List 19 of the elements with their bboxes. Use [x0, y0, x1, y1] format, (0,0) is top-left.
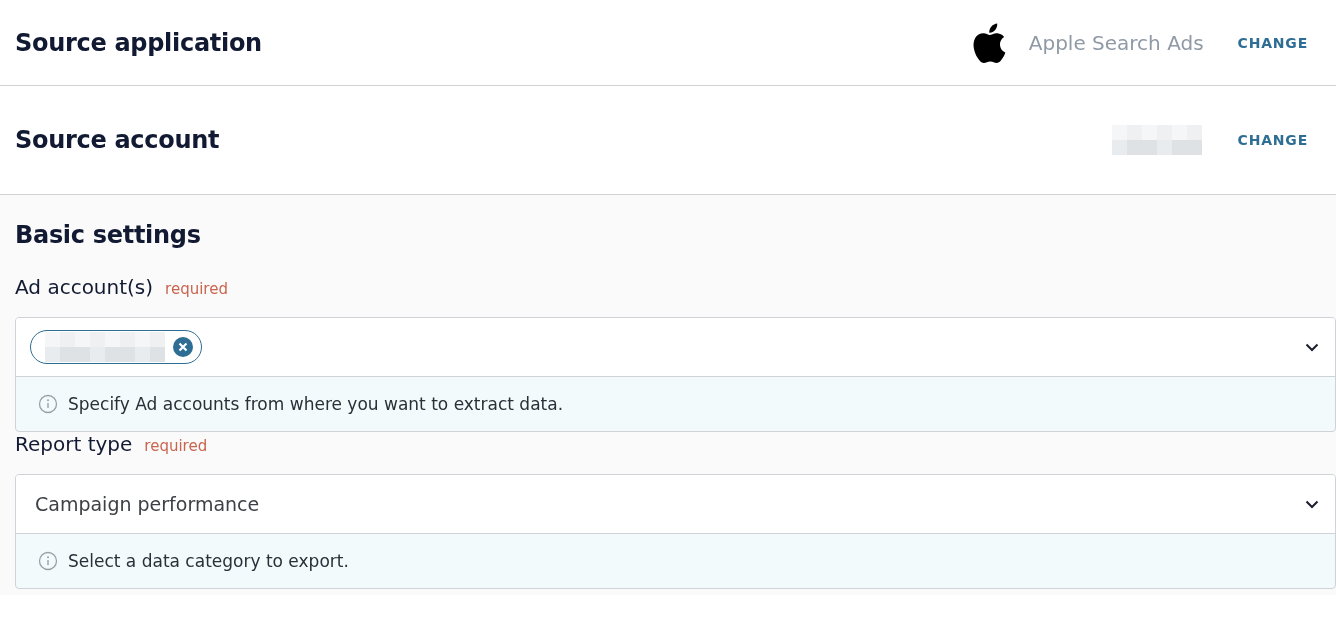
required-label: required: [144, 437, 208, 455]
select-field[interactable]: Campaign performance: [16, 475, 1335, 534]
chevron-down-icon: [1305, 342, 1319, 352]
section-title: Source account: [15, 126, 221, 154]
section-title: Basic settings: [15, 221, 202, 249]
section-title: Source application: [15, 28, 263, 57]
remove-icon[interactable]: [173, 337, 193, 357]
change-link[interactable]: CHANGE: [1237, 132, 1308, 148]
multi-select-field[interactable]: [16, 318, 1335, 377]
hint-text: Specify Ad accounts from where you want to extract data.: [68, 394, 564, 414]
change-link[interactable]: CHANGE: [1237, 34, 1308, 51]
chevron-down-icon: [1305, 499, 1319, 509]
info-icon: [38, 551, 58, 571]
required-label: required: [165, 280, 228, 298]
field-label: Report type: [15, 432, 133, 456]
hint-text: Select a data category to export.: [68, 551, 349, 571]
field-label: Ad account(s): [15, 275, 154, 299]
info-icon: [38, 394, 58, 414]
app-name: Apple Search Ads: [1028, 30, 1204, 55]
